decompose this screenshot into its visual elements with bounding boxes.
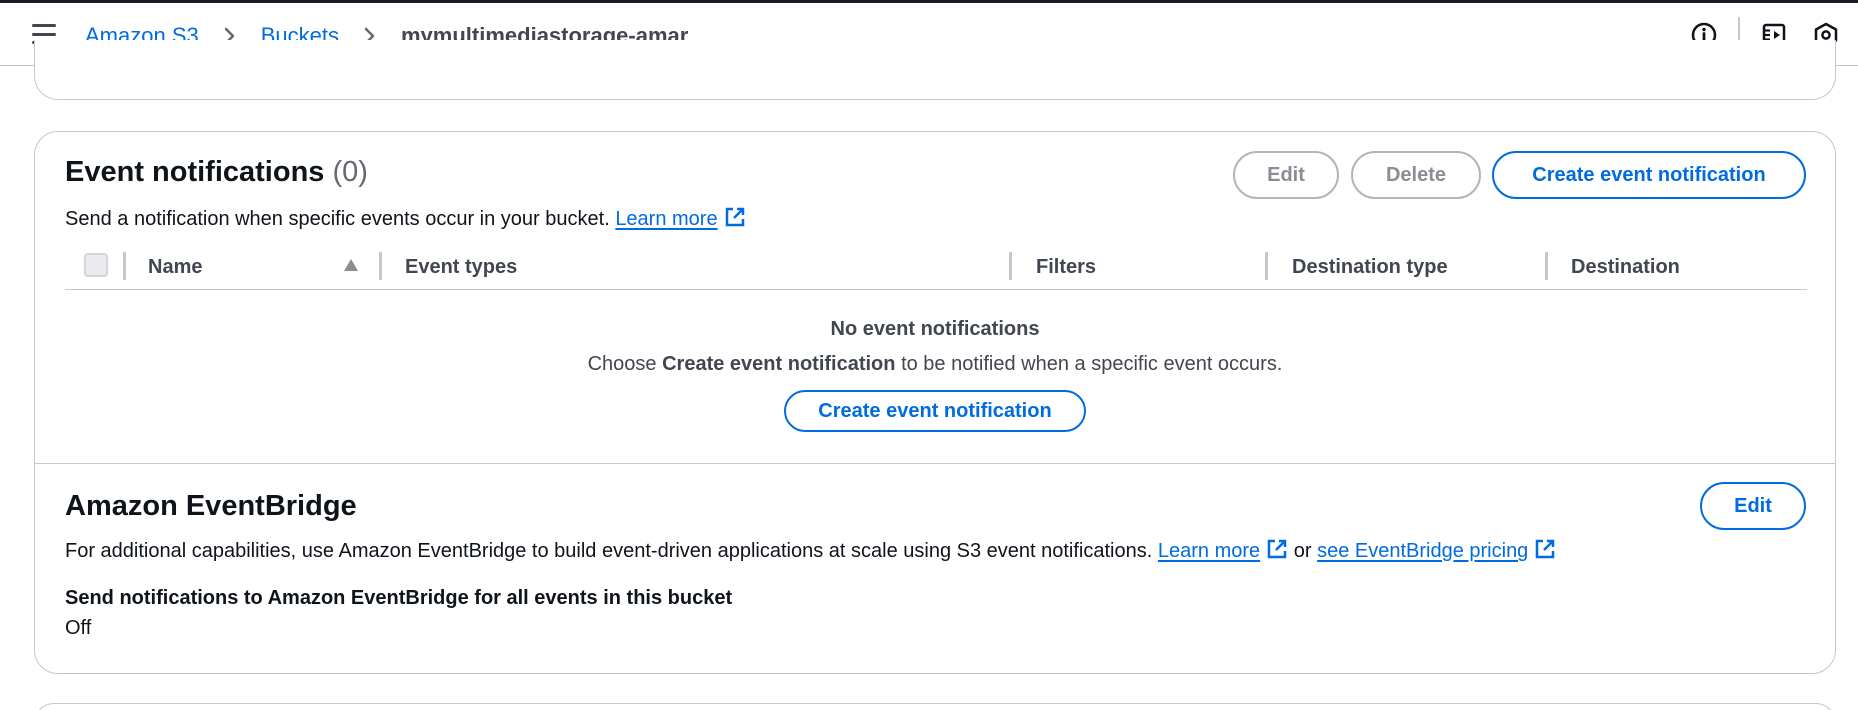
column-header-filters: Filters: [1036, 256, 1097, 278]
select-all-checkbox[interactable]: [84, 253, 108, 277]
empty-state-description: Choose Create event notification to be n…: [35, 353, 1835, 376]
empty-create-event-notification-button[interactable]: Create event notification: [784, 390, 1086, 432]
eventbridge-setting-label: Send notifications to Amazon EventBridge…: [65, 587, 733, 609]
or-text: or: [1293, 540, 1312, 562]
section-divider: [35, 463, 1835, 464]
event-notifications-count: (0): [332, 156, 368, 188]
column-divider: [1545, 252, 1548, 280]
event-notifications-description: Send a notification when specific events…: [65, 208, 610, 230]
previous-section-card: [34, 40, 1836, 100]
column-divider: [1009, 252, 1012, 280]
column-divider: [1265, 252, 1268, 280]
event-notifications-heading: Event notifications (0): [65, 156, 368, 189]
event-notifications-description-line: Send a notification when specific events…: [65, 206, 746, 231]
sort-ascending-icon[interactable]: [343, 258, 359, 272]
empty-desc-suffix: to be notified when a specific event occ…: [901, 353, 1283, 375]
column-header-destination-type: Destination type: [1292, 256, 1448, 278]
column-divider: [379, 252, 382, 280]
eventbridge-heading: Amazon EventBridge: [65, 490, 357, 522]
empty-state-title: No event notifications: [830, 318, 1040, 340]
learn-more-link[interactable]: Learn more: [615, 208, 717, 230]
empty-desc-prefix: Choose: [587, 353, 657, 375]
eventbridge-description-line: For additional capabilities, use Amazon …: [65, 538, 1556, 563]
column-header-destination: Destination: [1571, 256, 1680, 278]
eventbridge-edit-button[interactable]: Edit: [1700, 482, 1806, 530]
eventbridge-description: For additional capabilities, use Amazon …: [65, 540, 1153, 562]
empty-desc-bold: Create event notification: [662, 353, 896, 375]
column-divider: [123, 252, 126, 280]
external-link-icon: [1536, 539, 1555, 559]
column-header-name[interactable]: Name: [148, 256, 202, 279]
event-notifications-title: Event notifications: [65, 156, 325, 188]
next-section-card: [34, 703, 1836, 710]
event-notifications-table-header: Name Event types Filters Destination typ…: [65, 250, 1807, 290]
eventbridge-pricing-link[interactable]: see EventBridge pricing: [1317, 540, 1528, 562]
eventbridge-setting-value: Off: [65, 617, 92, 639]
create-event-notification-button[interactable]: Create event notification: [1492, 151, 1806, 199]
column-header-event-types: Event types: [405, 256, 518, 278]
delete-button[interactable]: Delete: [1351, 151, 1481, 199]
external-link-icon: [725, 207, 744, 227]
event-notifications-card: Event notifications (0) Edit Delete Crea…: [34, 131, 1836, 674]
external-link-icon: [1267, 539, 1287, 559]
edit-button[interactable]: Edit: [1233, 151, 1339, 199]
eventbridge-learn-more-link[interactable]: Learn more: [1158, 540, 1260, 562]
